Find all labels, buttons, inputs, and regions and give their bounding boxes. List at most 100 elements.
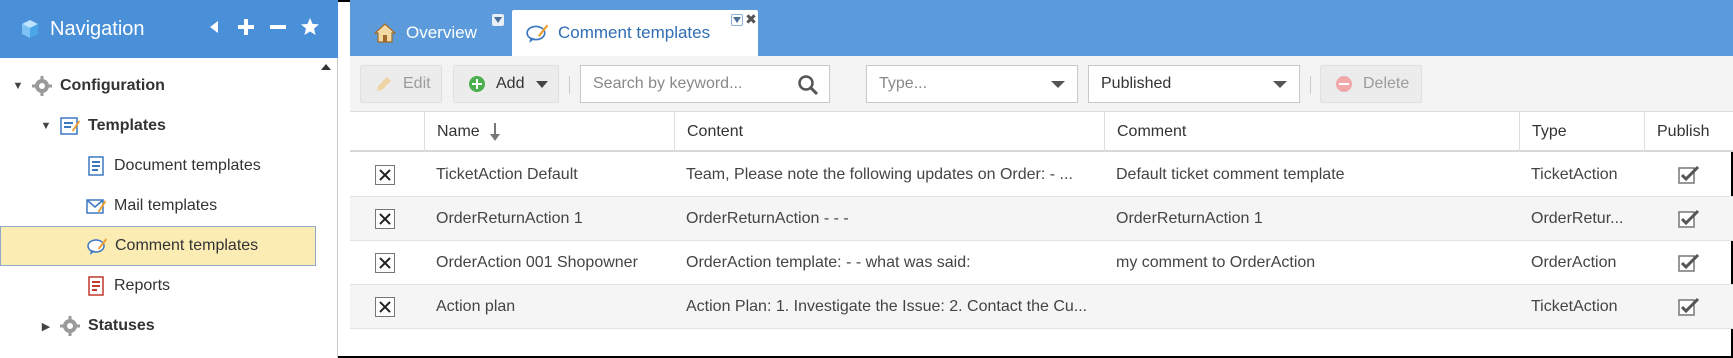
column-header-type[interactable]: Type bbox=[1519, 112, 1644, 152]
scroll-up-icon[interactable] bbox=[321, 64, 331, 70]
toolbar: Edit Add Search by keyword... Type... Pu… bbox=[350, 56, 1733, 112]
cell-name: OrderReturnAction 1 bbox=[436, 210, 583, 227]
table-row[interactable]: Action plan Action Plan: 1. Investigate … bbox=[350, 285, 1733, 329]
delete-row-checkbox[interactable] bbox=[375, 209, 395, 229]
document-icon bbox=[86, 156, 106, 176]
expanded-arrow-icon[interactable]: ▼ bbox=[12, 80, 24, 92]
status-select[interactable]: Published bbox=[1088, 65, 1300, 103]
navigation-scrollbar[interactable] bbox=[316, 58, 337, 358]
tree-item-configuration[interactable]: ▼ Configuration bbox=[12, 66, 312, 106]
type-select[interactable]: Type... bbox=[866, 65, 1078, 103]
column-label: Comment bbox=[1117, 123, 1187, 140]
table-row[interactable]: OrderAction 001 Shopowner OrderAction te… bbox=[350, 241, 1733, 285]
cell-type: TicketAction bbox=[1531, 298, 1618, 315]
template-icon bbox=[60, 116, 80, 136]
minus-icon[interactable] bbox=[268, 16, 288, 38]
collapsed-arrow-icon[interactable]: ▶ bbox=[40, 320, 52, 333]
tree-item-label: Document templates bbox=[114, 157, 261, 174]
tab-comment-templates[interactable]: Comment templates bbox=[512, 10, 758, 56]
select-column-header bbox=[350, 112, 424, 152]
tab-label: Comment templates bbox=[558, 23, 711, 42]
column-label: Publish bbox=[1657, 123, 1710, 140]
tree-item-document-templates[interactable]: Document templates bbox=[80, 146, 310, 186]
column-label: Type bbox=[1532, 123, 1567, 140]
tree-item-templates[interactable]: ▼ Templates bbox=[40, 106, 310, 146]
publish-checkbox-icon[interactable] bbox=[1678, 297, 1700, 317]
cell-content: Action Plan: 1. Investigate the Issue: 2… bbox=[686, 298, 1088, 315]
tab-bar: Overview Comment templates ✖ bbox=[350, 0, 1733, 56]
tree-item-statuses[interactable]: ▶ Statuses bbox=[40, 306, 310, 346]
comment-icon bbox=[526, 22, 548, 44]
plus-icon[interactable] bbox=[236, 16, 256, 38]
tree-item-label: Comment templates bbox=[115, 237, 259, 254]
column-header-publish[interactable]: Publish bbox=[1644, 112, 1733, 152]
tree-item-label: Mail templates bbox=[114, 197, 218, 214]
cell-name: TicketAction Default bbox=[436, 166, 578, 183]
chevron-down-icon[interactable] bbox=[1051, 81, 1065, 88]
publish-checkbox-icon[interactable] bbox=[1678, 165, 1700, 185]
add-circle-icon bbox=[468, 75, 486, 93]
tree-item-label: Templates bbox=[88, 117, 166, 134]
navigation-panel: Navigation ▼ Configuration ▼ Templates D… bbox=[0, 0, 338, 358]
close-icon[interactable]: ✖ bbox=[745, 11, 757, 27]
table-row[interactable]: OrderReturnAction 1 OrderReturnAction - … bbox=[350, 197, 1733, 241]
navigation-header: Navigation bbox=[0, 0, 338, 58]
publish-checkbox-icon[interactable] bbox=[1678, 253, 1700, 273]
delete-row-checkbox[interactable] bbox=[375, 297, 395, 317]
cell-comment: Default ticket comment template bbox=[1116, 166, 1345, 183]
search-placeholder: Search by keyword... bbox=[593, 75, 743, 92]
edit-button[interactable]: Edit bbox=[360, 65, 442, 103]
tree-item-comment-templates[interactable]: Comment templates bbox=[0, 226, 316, 266]
cell-comment: OrderReturnAction 1 bbox=[1116, 210, 1263, 227]
tab-menu-icon[interactable] bbox=[492, 14, 504, 26]
gear-icon bbox=[60, 316, 80, 336]
add-label: Add bbox=[496, 75, 525, 92]
pencil-icon bbox=[375, 75, 393, 93]
collapse-left-icon[interactable] bbox=[204, 16, 224, 38]
comment-icon bbox=[87, 236, 107, 256]
cell-name: OrderAction 001 Shopowner bbox=[436, 254, 638, 271]
star-icon[interactable] bbox=[300, 16, 320, 38]
tree-item-mail-templates[interactable]: Mail templates bbox=[80, 186, 310, 226]
delete-row-checkbox[interactable] bbox=[375, 165, 395, 185]
report-icon bbox=[86, 276, 106, 296]
toolbar-separator bbox=[569, 76, 570, 94]
delete-label: Delete bbox=[1363, 75, 1410, 92]
tab-overview[interactable]: Overview bbox=[374, 10, 532, 56]
gear-icon bbox=[32, 76, 52, 96]
cell-type: OrderRetur... bbox=[1531, 210, 1624, 227]
table-row[interactable]: TicketAction Default Team, Please note t… bbox=[350, 153, 1733, 197]
tree-item-label: Statuses bbox=[88, 317, 155, 334]
search-icon[interactable] bbox=[797, 74, 819, 96]
navigation-title: Navigation bbox=[50, 17, 145, 40]
tree-item-reports[interactable]: Reports bbox=[80, 266, 310, 306]
table-header: Name Content Comment Type Publish bbox=[350, 112, 1733, 152]
cell-name: Action plan bbox=[436, 298, 516, 315]
type-placeholder: Type... bbox=[879, 75, 928, 92]
mail-icon bbox=[86, 196, 106, 216]
home-icon bbox=[374, 22, 396, 44]
column-header-comment[interactable]: Comment bbox=[1104, 112, 1519, 152]
cell-comment: my comment to OrderAction bbox=[1116, 254, 1316, 271]
column-label: Content bbox=[687, 123, 744, 140]
sort-down-icon[interactable] bbox=[489, 123, 500, 141]
tab-menu-icon[interactable] bbox=[731, 14, 743, 26]
cell-content: Team, Please note the following updates … bbox=[686, 166, 1073, 183]
column-header-name[interactable]: Name bbox=[424, 112, 674, 152]
cell-comment bbox=[1104, 285, 1519, 329]
column-header-content[interactable]: Content bbox=[674, 112, 1104, 152]
cube-icon bbox=[20, 19, 40, 39]
add-button[interactable]: Add bbox=[453, 65, 559, 103]
expanded-arrow-icon[interactable]: ▼ bbox=[40, 120, 52, 132]
tab-label: Overview bbox=[406, 23, 477, 42]
search-input[interactable]: Search by keyword... bbox=[580, 65, 830, 103]
cell-type: TicketAction bbox=[1531, 166, 1618, 183]
publish-checkbox-icon[interactable] bbox=[1678, 209, 1700, 229]
delete-button[interactable]: Delete bbox=[1320, 65, 1422, 103]
main-content: Overview Comment templates ✖ Edit Add Se… bbox=[350, 0, 1733, 358]
toolbar-separator bbox=[1310, 76, 1311, 94]
chevron-down-icon[interactable] bbox=[1273, 81, 1287, 88]
delete-circle-icon bbox=[1335, 75, 1353, 93]
chevron-down-icon[interactable] bbox=[536, 81, 548, 88]
delete-row-checkbox[interactable] bbox=[375, 253, 395, 273]
